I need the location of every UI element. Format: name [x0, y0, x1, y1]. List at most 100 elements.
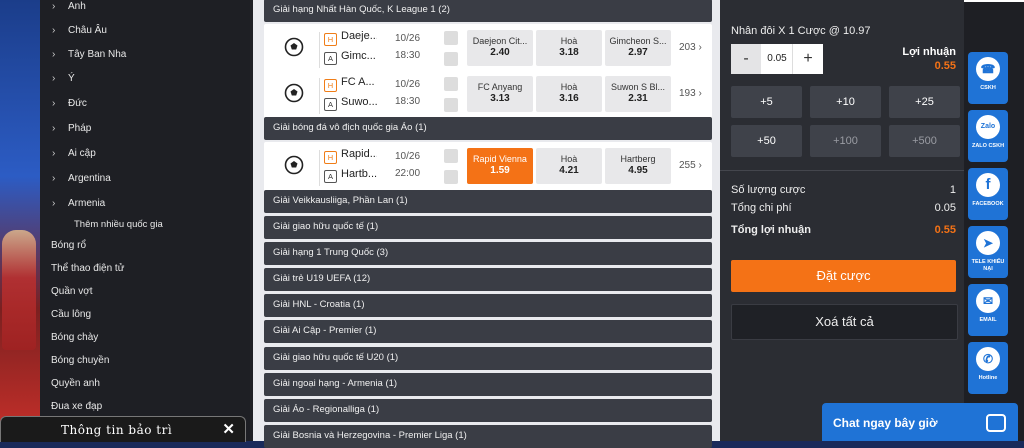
quick-add-500[interactable]: +500 — [889, 125, 960, 157]
sidebar-item-tennis[interactable]: Quần vợt — [40, 280, 253, 304]
more-markets[interactable]: 193 › — [679, 88, 702, 99]
away-team: Gimc... — [341, 50, 376, 62]
league-header[interactable]: Giải bóng đá vô địch quốc gia Áo (1) — [264, 117, 712, 140]
sidebar-item-tay-ban-nha[interactable]: › Tây Ban Nha — [40, 43, 253, 67]
odd-draw[interactable]: Hoà 3.16 — [536, 76, 602, 112]
stake-input[interactable]: 0.05 — [761, 44, 793, 74]
odd-draw[interactable]: Hoà 4.21 — [536, 148, 602, 184]
odd-home-selected[interactable]: Rapid Vienna 1.59 — [467, 148, 533, 184]
league-header[interactable]: Giải Veikkausliiga, Phần Lan (1) — [264, 190, 712, 213]
league-header[interactable]: Giải hạng Nhất Hàn Quốc, K League 1 (2) — [264, 0, 712, 22]
odd-away[interactable]: Suwon S Bl... 2.31 — [605, 76, 671, 112]
league-header[interactable]: Giải Ai Cập - Premier (1) — [264, 320, 712, 343]
away-team: Hartb... — [341, 168, 377, 180]
quick-add-50[interactable]: +50 — [731, 125, 802, 157]
stats-icon[interactable] — [444, 149, 458, 163]
league-header[interactable]: Giải Bosnia và Herzegovina - Premier Lig… — [264, 425, 712, 448]
email-icon: ✉ — [976, 289, 1000, 313]
quick-add-10[interactable]: +10 — [810, 86, 881, 118]
odd-away[interactable]: Gimcheon S... 2.97 — [605, 30, 671, 66]
sidebar-item-argentina[interactable]: › Argentina — [40, 167, 253, 191]
more-markets[interactable]: 203 › — [679, 42, 702, 53]
sidebar-item-baseball[interactable]: Bóng chày — [40, 326, 253, 350]
stake-stepper[interactable]: - 0.05 + — [731, 44, 823, 74]
soccer-ball-icon — [284, 155, 304, 175]
chevron-right-icon: › — [52, 98, 56, 109]
quick-add-5[interactable]: +5 — [731, 86, 802, 118]
live-icon[interactable] — [444, 52, 458, 66]
total-profit-row: Tổng lợi nhuận 0.55 — [731, 224, 956, 236]
chevron-right-icon: › — [52, 49, 56, 60]
league-header[interactable]: Giải giao hữu quốc tế U20 (1) — [264, 347, 712, 370]
stats-icon[interactable] — [444, 77, 458, 91]
sidebar-item-esports[interactable]: Thể thao điện tử — [40, 257, 253, 281]
facebook-icon: f — [976, 173, 1000, 197]
quick-add-25[interactable]: +25 — [889, 86, 960, 118]
phone-icon: ✆ — [976, 347, 1000, 371]
divider — [720, 170, 964, 171]
chat-now-button[interactable]: Chat ngay bây giờ — [822, 403, 1018, 441]
league-header[interactable]: Giải Áo - Regionalliga (1) — [264, 399, 712, 422]
league-header[interactable]: Giải HNL - Croatia (1) — [264, 294, 712, 317]
sidebar-item-anh[interactable]: › Anh — [40, 0, 253, 19]
betslip: Nhân đôi X 1 Cược @ 10.97 - 0.05 + Lợi n… — [720, 0, 964, 441]
home-team: Rapid... — [341, 148, 377, 160]
odd-away[interactable]: Hartberg 4.95 — [605, 148, 671, 184]
stake-plus-button[interactable]: + — [792, 44, 823, 74]
league-header[interactable]: Giải ngoại hạng - Armenia (1) — [264, 373, 712, 396]
sidebar-item-phap[interactable]: › Pháp — [40, 117, 253, 141]
match-time: 18:30 — [395, 96, 421, 107]
odd-home[interactable]: Daejeon Cit... 2.40 — [467, 30, 533, 66]
sidebar-item-boxing[interactable]: Quyền anh — [40, 372, 253, 396]
live-icon[interactable] — [444, 170, 458, 184]
match-time: 22:00 — [395, 168, 421, 179]
contact-facebook-button[interactable]: f FACEBOOK — [968, 168, 1008, 220]
bet-count-row: Số lượng cược 1 — [731, 184, 956, 196]
contact-email-button[interactable]: ✉ EMAIL — [968, 284, 1008, 336]
sidebar-item-chau-au[interactable]: › Châu Âu — [40, 19, 253, 43]
odd-home[interactable]: FC Anyang 3.13 — [467, 76, 533, 112]
more-markets[interactable]: 255 › — [679, 160, 702, 171]
sidebar-item-bong-ro[interactable]: Bóng rổ — [40, 234, 253, 258]
chevron-right-icon: › — [52, 123, 56, 134]
place-bet-button[interactable]: Đặt cược — [731, 260, 956, 292]
league-header[interactable]: Giải trẻ U19 UEFA (12) — [264, 268, 712, 291]
league-header[interactable]: Giải giao hữu quốc tế (1) — [264, 216, 712, 239]
contact-cskh-button[interactable]: ☎ CSKH — [968, 52, 1008, 104]
sidebar-item-badminton[interactable]: Cầu lông — [40, 303, 253, 327]
sidebar-item-y[interactable]: › Ý — [40, 67, 253, 91]
match-list: Giải hạng Nhất Hàn Quốc, K League 1 (2) … — [253, 0, 720, 448]
stats-icon[interactable] — [444, 31, 458, 45]
odd-draw[interactable]: Hoà 3.18 — [536, 30, 602, 66]
player-image — [2, 230, 36, 350]
profit-value: 0.55 — [934, 60, 956, 72]
home-team: Daeje... — [341, 30, 377, 42]
zalo-icon: Zalo — [976, 115, 1000, 139]
home-badge: H — [324, 79, 337, 92]
match-date: 10/26 — [395, 33, 421, 44]
stake-minus-button[interactable]: - — [731, 44, 761, 74]
match-row[interactable]: H A Daeje... Gimc... 10/26 18:30 Daejeon… — [264, 24, 712, 76]
divider — [319, 150, 320, 186]
chevron-right-icon: › — [52, 1, 56, 12]
away-team: Suwo... — [341, 96, 377, 108]
league-header[interactable]: Giải hạng 1 Trung Quốc (3) — [264, 242, 712, 265]
quick-add-100[interactable]: +100 — [810, 125, 881, 157]
match-row[interactable]: H A Rapid... Hartb... 10/26 22:00 Rapid … — [264, 142, 712, 194]
contact-hotline-button[interactable]: ✆ Hotline — [968, 342, 1008, 394]
sidebar-item-volleyball[interactable]: Bóng chuyền — [40, 349, 253, 373]
contact-zalo-button[interactable]: Zalo ZALO CSKH — [968, 110, 1008, 162]
total-cost-row: Tổng chi phí 0.05 — [731, 202, 956, 214]
chevron-right-icon: › — [52, 25, 56, 36]
contact-telegram-button[interactable]: ➤ TELE KHIẾU NẠI — [968, 226, 1008, 278]
sidebar-item-ai-cap[interactable]: › Ai cập — [40, 142, 253, 166]
match-row[interactable]: H A FC A... Suwo... 10/26 18:30 FC Anyan… — [264, 70, 712, 122]
close-icon[interactable]: ✕ — [222, 420, 235, 438]
clear-all-button[interactable]: Xoá tất cả — [731, 304, 958, 340]
live-icon[interactable] — [444, 98, 458, 112]
telegram-icon: ➤ — [976, 231, 1000, 255]
headset-icon: ☎ — [976, 57, 1000, 81]
background-art — [0, 0, 40, 441]
match-date: 10/26 — [395, 151, 421, 162]
sidebar-item-duc[interactable]: › Đức — [40, 92, 253, 116]
